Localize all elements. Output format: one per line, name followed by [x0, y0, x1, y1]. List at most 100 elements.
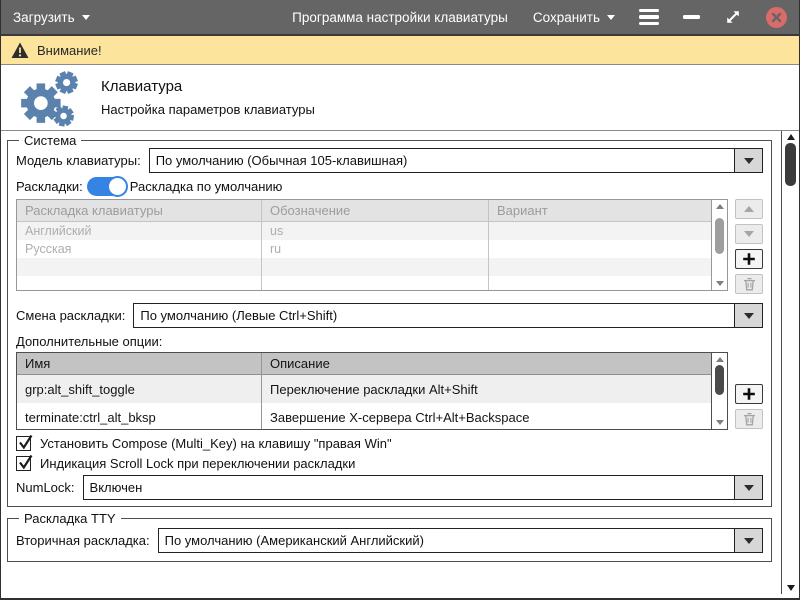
- secondary-layout-row: Вторичная раскладка: По умолчанию (Амери…: [16, 528, 763, 553]
- minimize-button[interactable]: [683, 15, 700, 19]
- secondary-layout-select[interactable]: По умолчанию (Американский Английский): [158, 528, 763, 553]
- warning-banner: Внимание!: [1, 36, 799, 65]
- layouts-table-header: Раскладка клавиатуры Обозначение Вариант: [17, 200, 711, 222]
- settings-panel: Система Модель клавиатуры: По умолчанию …: [1, 131, 781, 594]
- switch-label: Смена раскладки:: [16, 308, 125, 323]
- keyboard-model-select[interactable]: По умолчанию (Обычная 105-клавишная): [149, 148, 763, 173]
- chevron-down-icon: [744, 485, 754, 491]
- trash-icon: [743, 277, 756, 291]
- module-header: Клавиатура Настройка параметров клавиату…: [1, 65, 799, 131]
- layouts-label: Раскладки:: [16, 179, 83, 194]
- maximize-icon: [724, 8, 742, 26]
- add-option-button[interactable]: [735, 384, 763, 404]
- secondary-layout-value: По умолчанию (Американский Английский): [159, 529, 734, 552]
- arrow-up-icon: [716, 204, 724, 209]
- compose-checkbox[interactable]: [16, 436, 31, 451]
- close-icon: [771, 12, 782, 23]
- layouts-table: Раскладка клавиатуры Обозначение Вариант…: [16, 199, 728, 291]
- table-row: Русская ru: [17, 240, 711, 258]
- options-table-scrollbar[interactable]: [711, 353, 727, 429]
- numlock-value: Включен: [84, 476, 734, 499]
- chevron-down-icon: [82, 15, 90, 20]
- close-button[interactable]: [766, 7, 787, 28]
- keyboard-model-label: Модель клавиатуры:: [16, 153, 141, 168]
- arrow-up-icon: [744, 206, 754, 212]
- layout-switch-select[interactable]: По умолчанию (Левые Ctrl+Shift): [133, 303, 763, 328]
- column-header: Вариант: [488, 200, 711, 221]
- layout-switch-value: По умолчанию (Левые Ctrl+Shift): [134, 304, 734, 327]
- column-header: Обозначение: [261, 200, 488, 221]
- trash-icon: [743, 412, 756, 426]
- table-row[interactable]: terminate:ctrl_alt_bksp Завершение X-сер…: [17, 403, 711, 429]
- maximize-button[interactable]: [724, 8, 742, 26]
- compose-checkbox-label: Установить Compose (Multi_Key) на клавиш…: [40, 436, 392, 451]
- compose-checkbox-row: Установить Compose (Multi_Key) на клавиш…: [16, 436, 763, 451]
- save-menu-button[interactable]: Сохранить: [533, 10, 615, 25]
- chevron-down-icon: [744, 313, 754, 319]
- scrolllock-checkbox[interactable]: [16, 456, 31, 471]
- chevron-down-icon: [744, 538, 754, 544]
- scrolllock-checkbox-row: Индикация Scroll Lock при переключении р…: [16, 456, 763, 471]
- page-title: Клавиатура: [101, 78, 315, 95]
- options-table: Имя Описание grp:alt_shift_toggle Перекл…: [16, 352, 728, 430]
- layouts-toggle-row: Раскладки: Раскладка по умолчанию: [16, 177, 763, 196]
- scroll-up-arrow-icon[interactable]: [787, 134, 795, 140]
- plus-icon: [742, 252, 756, 266]
- titlebar: Загрузить Программа настройки клавиатуры…: [1, 0, 799, 36]
- move-up-button[interactable]: [735, 199, 763, 219]
- arrow-up-icon: [716, 357, 724, 362]
- table-row: Английский us: [17, 222, 711, 240]
- layouts-default-toggle[interactable]: [87, 177, 124, 196]
- options-label: Дополнительные опции:: [16, 334, 763, 349]
- numlock-select[interactable]: Включен: [83, 475, 763, 500]
- secondary-layout-label: Вторичная раскладка:: [16, 533, 150, 548]
- scrolllock-checkbox-label: Индикация Scroll Lock при переключении р…: [40, 456, 355, 471]
- warning-text: Внимание!: [37, 43, 102, 58]
- scrollbar-thumb[interactable]: [715, 365, 724, 395]
- save-menu-label: Сохранить: [533, 10, 600, 25]
- scrollbar-thumb[interactable]: [785, 143, 796, 186]
- tty-group-legend: Раскладка TTY: [19, 511, 121, 526]
- combo-dropdown-button[interactable]: [734, 529, 762, 552]
- chevron-down-icon: [744, 158, 754, 164]
- arrow-down-icon: [716, 281, 724, 286]
- checkmark-icon: [17, 433, 34, 451]
- table-row-empty: [17, 258, 711, 276]
- arrow-down-icon: [716, 420, 724, 425]
- load-menu-label: Загрузить: [13, 10, 75, 25]
- hamburger-icon[interactable]: [639, 9, 659, 26]
- toggle-knob: [107, 176, 128, 197]
- delete-option-button[interactable]: [735, 409, 763, 429]
- numlock-label: NumLock:: [16, 480, 75, 495]
- table-row[interactable]: grp:alt_shift_toggle Переключение раскла…: [17, 375, 711, 403]
- column-header: Раскладка клавиатуры: [17, 200, 261, 221]
- delete-layout-button[interactable]: [735, 274, 763, 294]
- layouts-toggle-label: Раскладка по умолчанию: [130, 179, 283, 194]
- checkmark-icon: [17, 453, 34, 471]
- numlock-row: NumLock: Включен: [16, 475, 763, 500]
- plus-icon: [742, 387, 756, 401]
- main-scrollbar[interactable]: [781, 131, 799, 594]
- system-group: Система Модель клавиатуры: По умолчанию …: [7, 133, 772, 507]
- add-layout-button[interactable]: [735, 249, 763, 269]
- load-menu-button[interactable]: Загрузить: [13, 10, 90, 25]
- chevron-down-icon: [607, 15, 615, 20]
- app-window: Загрузить Программа настройки клавиатуры…: [0, 0, 800, 600]
- layouts-table-scrollbar[interactable]: [711, 200, 727, 290]
- column-header: Описание: [261, 353, 711, 374]
- arrow-down-icon: [744, 231, 754, 237]
- warning-triangle-icon: [11, 42, 29, 59]
- column-header: Имя: [17, 353, 261, 374]
- gears-icon: [11, 68, 81, 128]
- scrollbar-thumb[interactable]: [715, 218, 724, 254]
- switch-row: Смена раскладки: По умолчанию (Левые Ctr…: [16, 303, 763, 328]
- scroll-down-arrow-icon[interactable]: [787, 585, 795, 591]
- page-subtitle: Настройка параметров клавиатуры: [101, 102, 315, 117]
- system-group-legend: Система: [19, 133, 81, 148]
- combo-dropdown-button[interactable]: [734, 476, 762, 499]
- options-table-header: Имя Описание: [17, 353, 711, 375]
- combo-dropdown-button[interactable]: [734, 149, 762, 172]
- keyboard-model-row: Модель клавиатуры: По умолчанию (Обычная…: [16, 148, 763, 173]
- combo-dropdown-button[interactable]: [734, 304, 762, 327]
- move-down-button[interactable]: [735, 224, 763, 244]
